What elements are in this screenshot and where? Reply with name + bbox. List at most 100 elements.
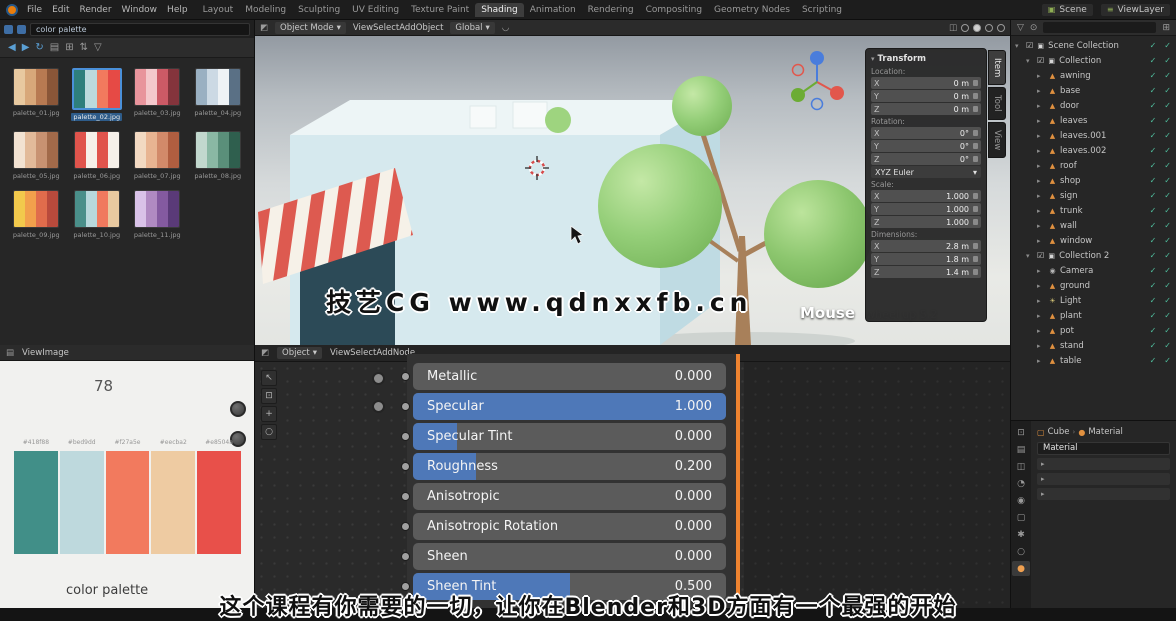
- input-socket-icon[interactable]: [401, 402, 410, 411]
- editor-type-icon[interactable]: ▤: [6, 348, 14, 358]
- reference-image[interactable]: 78 #418f88#bed9dd#f27a5e#eecba2#e8504a c…: [0, 361, 255, 608]
- visibility-toggle[interactable]: ✓: [1150, 221, 1157, 230]
- render-toggle[interactable]: ✓: [1164, 281, 1171, 290]
- reference-thumbnail[interactable]: palette_08.jpg: [192, 131, 245, 180]
- render-toggle[interactable]: ✓: [1164, 176, 1171, 185]
- visibility-toggle[interactable]: ✓: [1150, 161, 1157, 170]
- input-socket-icon[interactable]: [401, 432, 410, 441]
- visibility-toggle[interactable]: ✓: [1150, 56, 1157, 65]
- render-toggle[interactable]: ✓: [1164, 311, 1171, 320]
- outliner-row[interactable]: ▾☑▣Collection 2✓✓: [1011, 248, 1176, 263]
- render-toggle[interactable]: ✓: [1164, 191, 1171, 200]
- menu-window[interactable]: Window: [117, 4, 163, 16]
- render-toggle[interactable]: ✓: [1164, 71, 1171, 80]
- render-toggle[interactable]: ✓: [1164, 326, 1171, 335]
- gizmo-y-axis[interactable]: [791, 88, 805, 102]
- workspace-tab-animation[interactable]: Animation: [524, 3, 582, 17]
- render-toggle[interactable]: ✓: [1164, 251, 1171, 260]
- shading-rendered-icon[interactable]: [997, 24, 1005, 32]
- shading-material-icon[interactable]: [985, 24, 993, 32]
- transform-field-dimensions-z[interactable]: Z1.4 m: [871, 266, 981, 278]
- visibility-toggle[interactable]: ✓: [1150, 191, 1157, 200]
- properties-tab-render[interactable]: ⊡: [1012, 425, 1030, 440]
- disclosure-icon[interactable]: ▾: [1015, 42, 1023, 50]
- window-control-icon[interactable]: [17, 25, 26, 34]
- workspace-tab-layout[interactable]: Layout: [197, 3, 240, 17]
- param-slider-metallic[interactable]: Metallic0.000: [413, 363, 726, 390]
- input-socket-icon[interactable]: [401, 492, 410, 501]
- lock-icon[interactable]: [973, 143, 978, 149]
- render-toggle[interactable]: ✓: [1164, 41, 1171, 50]
- properties-tab-modifiers[interactable]: ✱: [1012, 527, 1030, 542]
- render-toggle[interactable]: ✓: [1164, 206, 1171, 215]
- properties-tab-world[interactable]: ◉: [1012, 493, 1030, 508]
- workspace-tab-compositing[interactable]: Compositing: [640, 3, 708, 17]
- render-toggle[interactable]: ✓: [1164, 296, 1171, 305]
- workspace-tab-scripting[interactable]: Scripting: [796, 3, 848, 17]
- gizmo-z-axis[interactable]: [810, 51, 824, 65]
- workspace-tab-rendering[interactable]: Rendering: [582, 3, 640, 17]
- transform-field-rotation-x[interactable]: X0°: [871, 127, 981, 139]
- param-slider-sheen[interactable]: Sheen0.000: [413, 543, 726, 570]
- properties-tab-view-layer[interactable]: ◫: [1012, 459, 1030, 474]
- viewport-menu-view[interactable]: View: [353, 23, 373, 33]
- disclosure-icon[interactable]: ▸: [1037, 162, 1045, 170]
- param-slider-specular[interactable]: Specular1.000: [413, 393, 726, 420]
- disclosure-icon[interactable]: ▸: [1037, 282, 1045, 290]
- render-toggle[interactable]: ✓: [1164, 86, 1171, 95]
- outliner-row[interactable]: ▸▲table✓✓: [1011, 353, 1176, 368]
- outliner-row[interactable]: ▸▲leaves✓✓: [1011, 113, 1176, 128]
- navigation-gizmo[interactable]: [791, 51, 844, 110]
- reference-thumbnail[interactable]: palette_03.jpg: [131, 68, 184, 121]
- refresh-icon[interactable]: ↻: [35, 42, 43, 53]
- render-toggle[interactable]: ✓: [1164, 101, 1171, 110]
- menu-file[interactable]: File: [22, 4, 47, 16]
- outliner-row[interactable]: ▸▲ground✓✓: [1011, 278, 1176, 293]
- outliner-row[interactable]: ▸▲awning✓✓: [1011, 68, 1176, 83]
- collection-checkbox[interactable]: ☑: [1037, 251, 1044, 260]
- n-panel-tab-item[interactable]: Item: [988, 50, 1006, 85]
- visibility-toggle[interactable]: ✓: [1150, 176, 1157, 185]
- outliner-row[interactable]: ▾☑▣Scene Collection✓✓: [1011, 38, 1176, 53]
- viewport-menu-add[interactable]: Add: [399, 23, 415, 33]
- outliner-row[interactable]: ▸▲leaves.002✓✓: [1011, 143, 1176, 158]
- disclosure-icon[interactable]: ▸: [1037, 207, 1045, 215]
- param-slider-anisotropic[interactable]: Anisotropic0.000: [413, 483, 726, 510]
- gizmo-z-neg[interactable]: [812, 99, 823, 110]
- lock-icon[interactable]: [973, 130, 978, 136]
- visibility-toggle[interactable]: ✓: [1150, 296, 1157, 305]
- disclosure-icon[interactable]: ▸: [1037, 72, 1045, 80]
- outliner-search-input[interactable]: [1043, 22, 1156, 33]
- scene-selector[interactable]: ▣ Scene: [1042, 4, 1093, 16]
- n-panel-tab-view[interactable]: View: [988, 122, 1006, 158]
- visibility-toggle[interactable]: ✓: [1150, 116, 1157, 125]
- reference-thumbnail[interactable]: palette_07.jpg: [131, 131, 184, 180]
- disclosure-icon[interactable]: ▸: [1037, 192, 1045, 200]
- disclosure-icon[interactable]: ▾: [1026, 252, 1034, 260]
- snap-magnet-icon[interactable]: ◡: [502, 23, 509, 33]
- lock-icon[interactable]: [973, 80, 978, 86]
- disclosure-icon[interactable]: ▸: [1037, 102, 1045, 110]
- visibility-toggle[interactable]: ✓: [1150, 41, 1157, 50]
- outliner-row[interactable]: ▸▲sign✓✓: [1011, 188, 1176, 203]
- shading-solid-icon[interactable]: [973, 24, 981, 32]
- outliner-row[interactable]: ▸☀Light✓✓: [1011, 293, 1176, 308]
- grid-view-icon[interactable]: ⊞: [65, 42, 73, 53]
- reference-thumbnail[interactable]: palette_11.jpg: [131, 190, 184, 239]
- disclosure-icon[interactable]: ▸: [1037, 327, 1045, 335]
- outliner-row[interactable]: ▸▲window✓✓: [1011, 233, 1176, 248]
- shader-menu-add[interactable]: Add: [376, 348, 392, 358]
- visibility-toggle[interactable]: ✓: [1150, 311, 1157, 320]
- gizmo-x-axis[interactable]: [830, 86, 844, 100]
- disclosure-icon[interactable]: ▸: [1037, 357, 1045, 365]
- image-menu-view[interactable]: View: [22, 348, 42, 358]
- render-toggle[interactable]: ✓: [1164, 116, 1171, 125]
- param-slider-anisotropic-rotation[interactable]: Anisotropic Rotation0.000: [413, 513, 726, 540]
- lock-icon[interactable]: [973, 193, 978, 199]
- principled-bsdf-node[interactable]: Metallic0.000Specular1.000Specular Tint0…: [407, 354, 740, 608]
- gizmo-x-neg[interactable]: [793, 65, 804, 76]
- render-toggle[interactable]: ✓: [1164, 341, 1171, 350]
- input-socket-icon[interactable]: [401, 552, 410, 561]
- viewport-menu-select[interactable]: Select: [373, 23, 399, 33]
- lock-icon[interactable]: [973, 106, 978, 112]
